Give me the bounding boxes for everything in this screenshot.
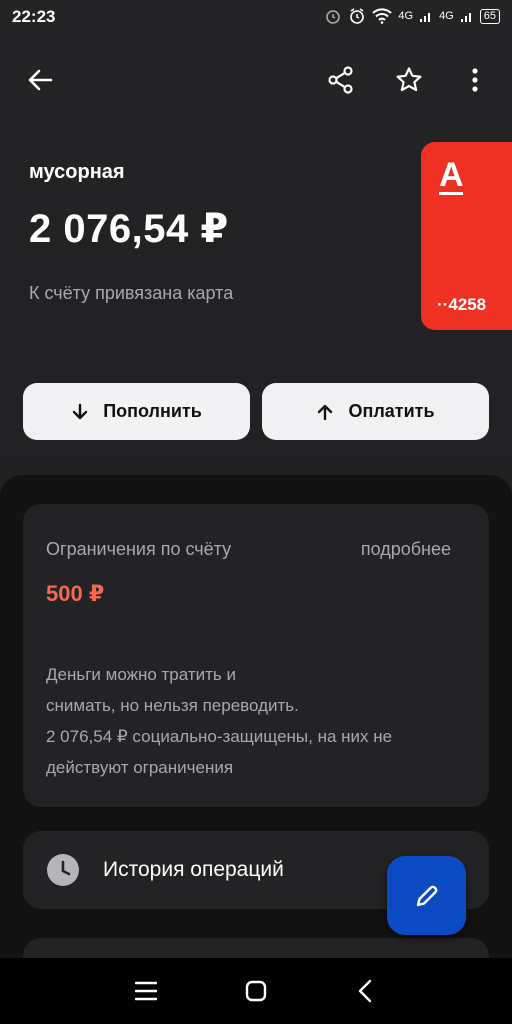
- share-button[interactable]: [317, 50, 365, 110]
- status-icons: 4G 4G 65: [324, 7, 500, 25]
- battery-indicator: 65: [479, 8, 500, 24]
- account-card-note: К счёту привязана карта: [29, 283, 234, 303]
- network-label-2: 4G: [439, 10, 454, 22]
- toolbar: [0, 50, 512, 110]
- status-time: 22:23: [12, 7, 56, 26]
- limits-title: Ограничения по счёту: [46, 539, 232, 559]
- linked-card[interactable]: А ··4258: [421, 142, 512, 330]
- clock-icon: [47, 854, 79, 886]
- account-name: мусорная: [29, 161, 125, 183]
- account-balance: 2 076,54 ₽: [29, 207, 229, 251]
- system-nav-bar: [0, 958, 512, 1024]
- limits-more-link[interactable]: подробнее: [361, 539, 451, 560]
- topup-button[interactable]: Пополнить: [23, 383, 250, 440]
- signal-icon-2: [460, 13, 471, 22]
- bank-logo-underline: [439, 192, 463, 195]
- card-number: ··4258: [437, 295, 487, 314]
- network-label-1: 4G: [398, 10, 414, 22]
- star-icon: [396, 67, 422, 92]
- arrow-down-icon: [72, 403, 88, 419]
- back-arrow-icon: [28, 69, 53, 91]
- more-button[interactable]: [451, 50, 499, 110]
- pay-button[interactable]: Оплатить: [262, 383, 489, 440]
- wifi-icon: [372, 8, 393, 24]
- pencil-icon: [416, 885, 437, 906]
- alarm-clock-icon: [350, 8, 365, 24]
- more-vert-icon: [472, 68, 478, 92]
- pay-label: Оплатить: [348, 401, 435, 421]
- home-icon: [245, 980, 267, 1002]
- limits-amount: 500 ₽: [46, 581, 105, 606]
- limits-description-line: Деньги можно тратить и: [46, 665, 236, 684]
- limits-card[interactable]: Ограничения по счёту подробнее 500 ₽ Ден…: [23, 504, 489, 807]
- share-icon: [328, 66, 353, 94]
- arrow-up-icon: [318, 404, 333, 420]
- back-icon: [358, 979, 372, 1003]
- nav-back-button[interactable]: [341, 970, 389, 1012]
- nav-recents-button[interactable]: [122, 970, 170, 1012]
- account-screen: 22:23 4G 4G 65 мусорная 2 076,54 ₽ К счё…: [0, 0, 512, 1024]
- menu-icon: [135, 981, 157, 1001]
- alarm-icon: [326, 10, 341, 24]
- bank-logo: А: [439, 156, 464, 194]
- signal-icon-1: [420, 13, 431, 22]
- favorite-button[interactable]: [385, 50, 433, 110]
- topup-label: Пополнить: [103, 401, 202, 421]
- limits-description-line: действуют ограничения: [46, 758, 234, 777]
- nav-home-button[interactable]: [232, 970, 280, 1012]
- limits-description: Деньги можно тратить и снимать, но нельз…: [46, 659, 476, 783]
- limits-description-line: 2 076,54 ₽ социально-защищены, на них не: [46, 727, 393, 746]
- history-label: История операций: [103, 858, 284, 881]
- limits-description-line: снимать, но нельзя переводить.: [46, 696, 299, 715]
- back-button[interactable]: [16, 50, 64, 110]
- status-bar: 22:23 4G 4G 65: [0, 0, 512, 34]
- edit-fab-button[interactable]: [387, 856, 466, 935]
